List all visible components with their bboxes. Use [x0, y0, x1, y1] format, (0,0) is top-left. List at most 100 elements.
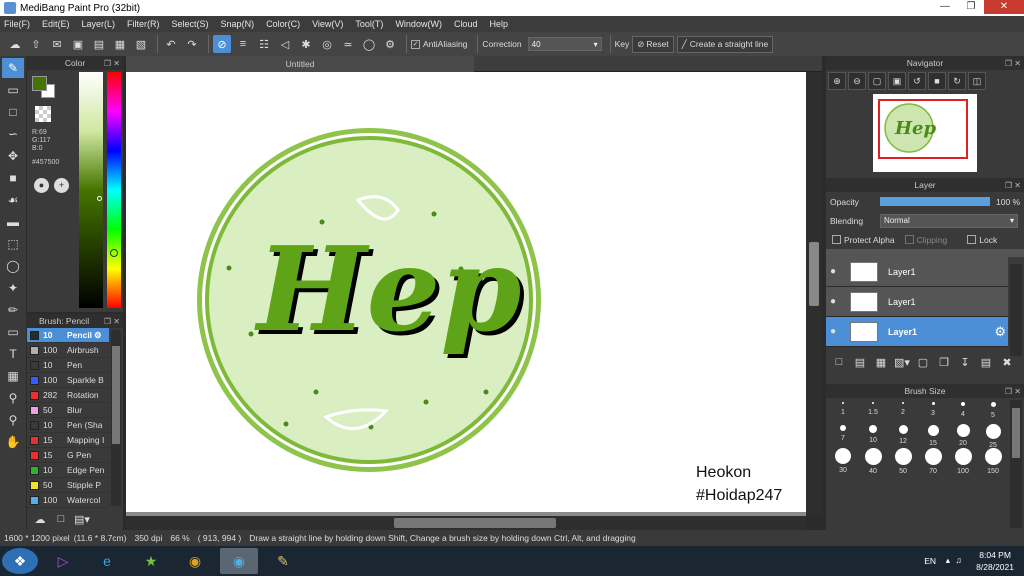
brush-item-airbrush[interactable]: 100 Airbrush — [27, 343, 109, 358]
folder-icon[interactable]: ▢ — [914, 353, 932, 371]
duplicate-layer-icon[interactable]: ❐ — [935, 353, 953, 371]
clock-time[interactable]: 8:04 PM — [976, 550, 1014, 560]
fit-icon[interactable]: ▢ — [868, 72, 886, 90]
select-eraser-tool-icon[interactable]: ▭ — [2, 322, 24, 342]
gear-icon[interactable]: ⚙ — [994, 324, 1006, 340]
move-tool-icon[interactable]: ✥ — [2, 146, 24, 166]
layer-row[interactable]: ● Layer1 — [826, 257, 1008, 287]
network-icon[interactable]: ▴ — [946, 555, 950, 566]
merge-down-icon[interactable]: ↧ — [956, 353, 974, 371]
lasso-tool-icon[interactable]: ◯ — [2, 256, 24, 276]
brush-item-pencil[interactable]: 10 Pencil ⚙ — [27, 328, 109, 343]
brush-size-40[interactable]: 40 — [858, 448, 888, 475]
brush-size-25[interactable]: 25 — [978, 424, 1008, 449]
rectangle-tool-icon[interactable]: □ — [2, 102, 24, 122]
zoom-out-icon[interactable]: ⊖ — [848, 72, 866, 90]
brush-size-70[interactable]: 70 — [918, 448, 948, 475]
paint-icon[interactable]: ✎ — [264, 548, 302, 574]
brush-item-g-pen[interactable]: 15 G Pen — [27, 448, 109, 463]
share-icon[interactable]: ⇧ — [27, 35, 45, 53]
panel-close-icon[interactable]: ❐ ✕ — [104, 59, 120, 68]
select-rect-tool-icon[interactable]: ⬚ — [2, 234, 24, 254]
fill-rect-tool-icon[interactable]: ■ — [2, 168, 24, 188]
color-value-gradient[interactable] — [79, 72, 103, 308]
panel-close-icon[interactable]: ❐ ✕ — [104, 317, 120, 326]
panel-close-icon[interactable]: ❐ ✕ — [1005, 59, 1021, 68]
eyedropper-alt-tool-icon[interactable]: ⚲ — [2, 410, 24, 430]
transparent-color-swatch[interactable] — [35, 106, 51, 122]
brush-size-30[interactable]: 30 — [828, 448, 858, 474]
brush-item-blur[interactable]: 50 Blur — [27, 403, 109, 418]
canvas-horizontal-scrollbar[interactable] — [126, 516, 806, 530]
visibility-icon[interactable]: ● — [826, 326, 840, 337]
brush-item-pen[interactable]: 10 Pen — [27, 358, 109, 373]
menu-color[interactable]: Color(C) — [266, 19, 300, 29]
scrollbar-thumb[interactable] — [394, 518, 556, 528]
brush-item-watercolor[interactable]: 100 Watercol — [27, 493, 109, 508]
layer-row-selected[interactable]: ● Layer1 ⚙ — [826, 317, 1008, 347]
brush-item-pen-shading[interactable]: 10 Pen (Sha — [27, 418, 109, 433]
menu-cloud[interactable]: Cloud — [454, 19, 478, 29]
visibility-icon[interactable]: ● — [826, 296, 840, 307]
brush-size-10[interactable]: 10 — [858, 424, 888, 448]
cloud-icon[interactable]: ☁ — [6, 35, 24, 53]
snap-concentric-icon[interactable]: ◎ — [318, 35, 336, 53]
new-layer-menu-icon[interactable]: ▧▾ — [893, 353, 911, 371]
new-halftone-layer-icon[interactable]: ▤ — [851, 353, 869, 371]
undo-icon[interactable]: ↶ — [162, 35, 180, 53]
lang-indicator[interactable]: EN — [924, 556, 936, 566]
brush-size-2[interactable]: 2 — [888, 400, 918, 424]
menu-window[interactable]: Window(W) — [395, 19, 442, 29]
snap-radial-icon[interactable]: ✱ — [297, 35, 315, 53]
brush-size-1[interactable]: 1 — [828, 400, 858, 424]
chrome-icon[interactable]: ◉ — [176, 548, 214, 574]
snap-grid-icon[interactable]: ☷ — [255, 35, 273, 53]
snap-curve-icon[interactable]: ≃ — [339, 35, 357, 53]
menu-select[interactable]: Select(S) — [172, 19, 209, 29]
start-button[interactable]: ❖ — [2, 548, 38, 574]
medibang-icon[interactable]: ◉ — [220, 548, 258, 574]
canvas[interactable]: Hep Hep Heokon #Hoidap247 — [126, 72, 806, 512]
redo-icon[interactable]: ↷ — [183, 35, 201, 53]
document-tab[interactable]: Untitled — [126, 56, 474, 72]
rotate-right-icon[interactable]: ↻ — [948, 72, 966, 90]
canvas-vertical-scrollbar[interactable] — [806, 72, 822, 516]
brush-item-sparkle[interactable]: 100 Sparkle B — [27, 373, 109, 388]
eraser-tool-icon[interactable]: ▭ — [2, 80, 24, 100]
brush-item-stipple[interactable]: 50 Stipple P — [27, 478, 109, 493]
bucket-tool-icon[interactable]: ☙ — [2, 190, 24, 210]
scrollbar-thumb[interactable] — [809, 242, 819, 306]
internet-explorer-icon[interactable]: e — [88, 548, 126, 574]
snap-perspective-icon[interactable]: ◁ — [276, 35, 294, 53]
snap-parallel-icon[interactable]: ≡ — [234, 35, 252, 53]
canvas-area[interactable]: Hep Hep Heokon #Hoidap247 — [126, 72, 822, 516]
chat-icon[interactable]: ✉ — [48, 35, 66, 53]
visibility-icon[interactable]: ● — [826, 266, 840, 277]
menu-layer[interactable]: Layer(L) — [82, 19, 116, 29]
hue-slider-handle[interactable] — [110, 249, 118, 257]
new-layer-icon[interactable]: □ — [830, 353, 848, 371]
rotate-left-icon[interactable]: ↺ — [908, 72, 926, 90]
brush-add-icon[interactable]: ☁ — [31, 510, 49, 528]
hue-slider[interactable] — [107, 72, 121, 308]
brush-size-7[interactable]: 7 — [828, 424, 858, 448]
brush-item-rotation[interactable]: 282 Rotation — [27, 388, 109, 403]
new-8bit-layer-icon[interactable]: ▦ — [872, 353, 890, 371]
layer-list-scrollbar[interactable] — [1010, 264, 1022, 356]
brush-item-edge-pen[interactable]: 10 Edge Pen — [27, 463, 109, 478]
hand-tool-icon[interactable]: ✋ — [2, 432, 24, 452]
actual-size-icon[interactable]: ▣ — [888, 72, 906, 90]
brush-size-scrollbar[interactable] — [1010, 400, 1022, 528]
brush-list-scrollbar[interactable] — [111, 330, 121, 506]
volume-icon[interactable]: ♫ — [956, 555, 962, 565]
magic-wand-tool-icon[interactable]: ✦ — [2, 278, 24, 298]
brush-size-5[interactable]: 5 — [978, 400, 1008, 424]
lock-checkbox[interactable] — [967, 235, 977, 244]
menu-file[interactable]: File(F) — [4, 19, 30, 29]
maximize-button[interactable]: ❐ — [958, 0, 984, 14]
palette-icon[interactable]: ● — [34, 178, 49, 193]
opacity-slider[interactable] — [880, 197, 990, 206]
foreground-color-swatch[interactable] — [32, 76, 47, 91]
eyedropper-tool-icon[interactable]: ⚲ — [2, 388, 24, 408]
clipping-checkbox[interactable] — [904, 235, 914, 244]
